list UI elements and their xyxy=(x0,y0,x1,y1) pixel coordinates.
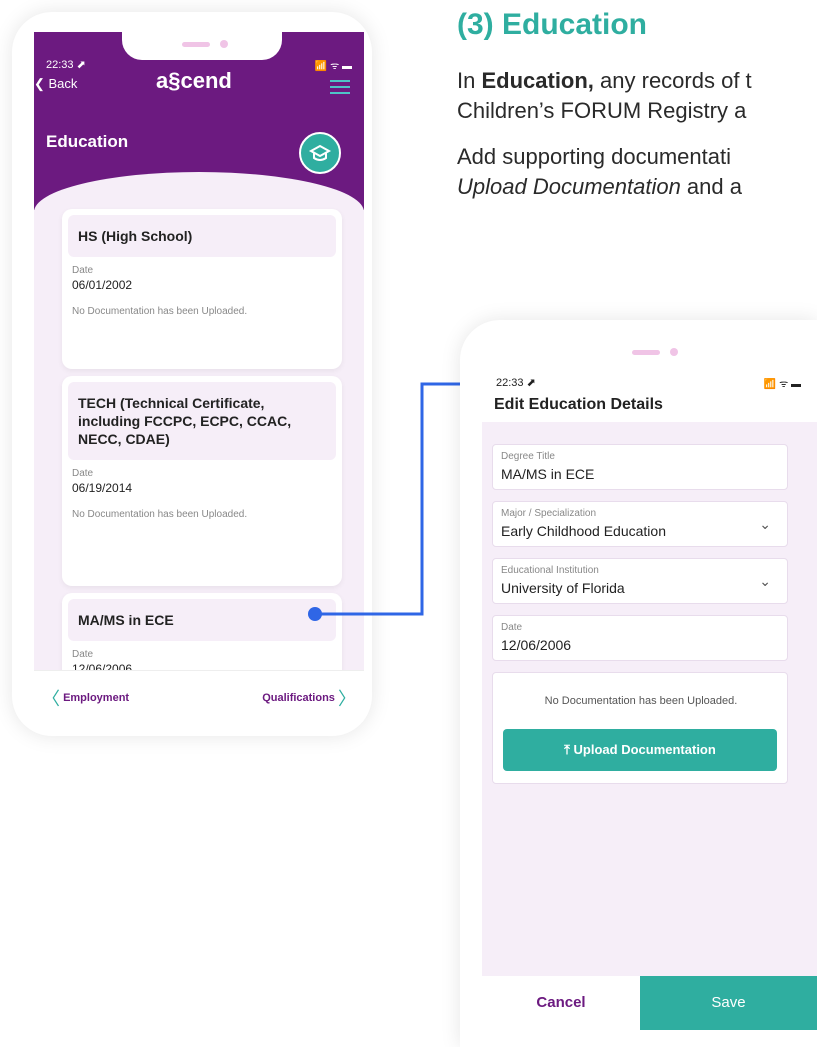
chevron-down-icon: ⌄ xyxy=(759,516,771,532)
status-icons: 📶 ᯤ ▬ xyxy=(763,379,801,390)
edit-education-screen: 22:33 ⬈ 📶 ᯤ ▬ Edit Education Details Deg… xyxy=(482,340,817,1030)
doc-status: No Documentation has been Uploaded. xyxy=(544,695,738,707)
date-field[interactable]: Date 12/06/2006 xyxy=(492,615,788,661)
degree-title-field[interactable]: Degree Title MA/MS in ECE xyxy=(492,444,788,490)
edit-education-phone: 22:33 ⬈ 📶 ᯤ ▬ Edit Education Details Deg… xyxy=(460,320,817,1047)
save-button[interactable]: Save xyxy=(640,976,817,1030)
upload-documentation-button[interactable]: ⤒ Upload Documentation xyxy=(503,729,777,771)
major-select[interactable]: Major / Specialization Early Childhood E… xyxy=(492,501,788,547)
field-value: MA/MS in ECE xyxy=(501,466,595,482)
upload-icon: ⤒ xyxy=(564,742,574,757)
field-label: Major / Specialization xyxy=(501,508,597,519)
field-label: Date xyxy=(501,622,523,633)
phone-notch xyxy=(570,340,730,368)
chevron-down-icon: ⌄ xyxy=(759,573,771,589)
upload-label: Upload Documentation xyxy=(573,742,716,757)
page-title: Edit Education Details xyxy=(494,396,663,413)
field-value: University of Florida xyxy=(501,580,625,596)
documentation-panel: No Documentation has been Uploaded. ⤒ Up… xyxy=(492,672,788,784)
field-label: Educational Institution xyxy=(501,565,599,576)
field-value: Early Childhood Education xyxy=(501,523,666,539)
institution-select[interactable]: Educational Institution University of Fl… xyxy=(492,558,788,604)
field-value: 12/06/2006 xyxy=(501,637,572,653)
connector-line xyxy=(315,382,476,616)
field-label: Degree Title xyxy=(501,451,555,462)
status-time: 22:33 ⬈ xyxy=(496,377,536,389)
cancel-button[interactable]: Cancel xyxy=(482,976,640,1030)
